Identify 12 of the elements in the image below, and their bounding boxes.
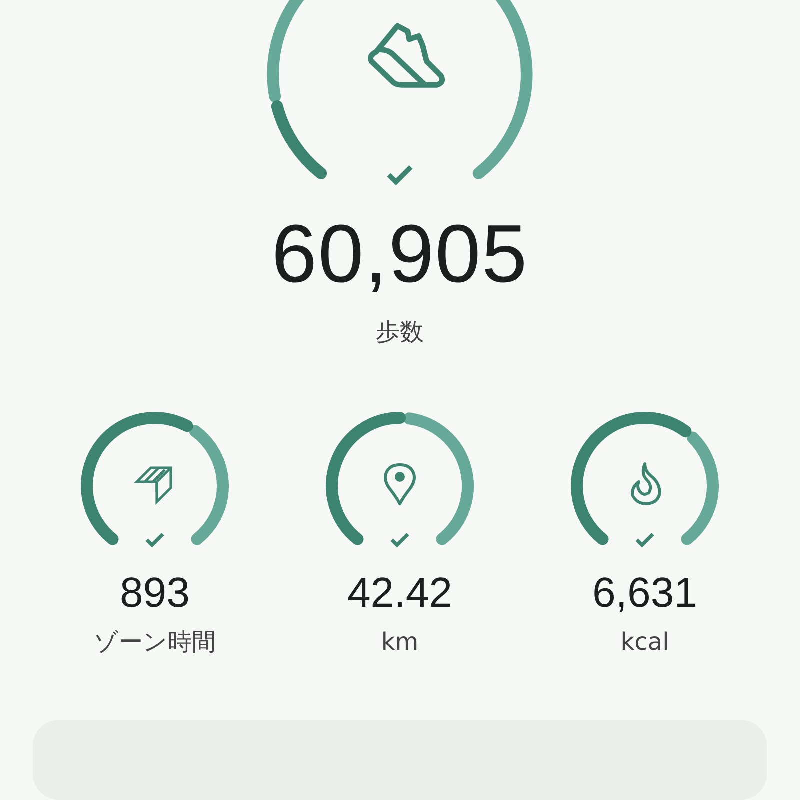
step-label: 歩数 [376, 320, 424, 344]
location-pin-icon [384, 464, 416, 506]
metric-label: km [381, 630, 419, 654]
metric-value: 42.42 [347, 572, 453, 614]
chevrons-icon [134, 466, 172, 506]
metric-value: 893 [120, 572, 190, 614]
flame-icon [631, 462, 662, 506]
metric-label: ゾーン時間 [94, 630, 216, 654]
sneaker-icon [368, 23, 446, 88]
metric-label: kcal [620, 630, 670, 654]
metric-value: 6,631 [592, 572, 698, 614]
step-count: 60,905 [272, 214, 528, 296]
